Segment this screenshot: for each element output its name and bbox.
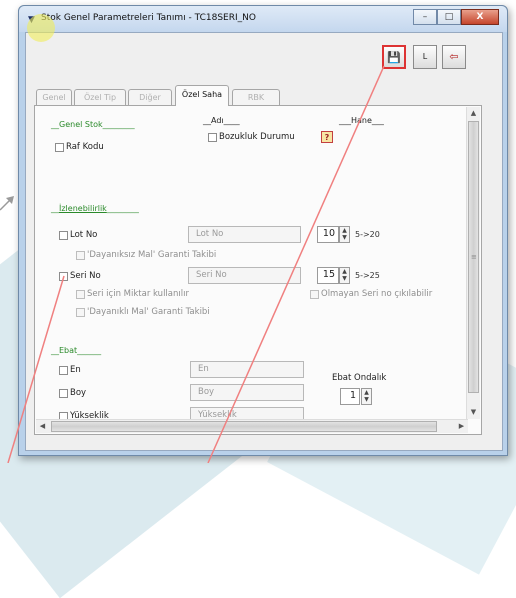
annotation-line-seri-no xyxy=(7,275,65,463)
annotation-line-save xyxy=(207,65,385,463)
tab-ozel-saha[interactable]: Özel Saha xyxy=(175,85,229,106)
annotation-overlay xyxy=(0,65,385,463)
